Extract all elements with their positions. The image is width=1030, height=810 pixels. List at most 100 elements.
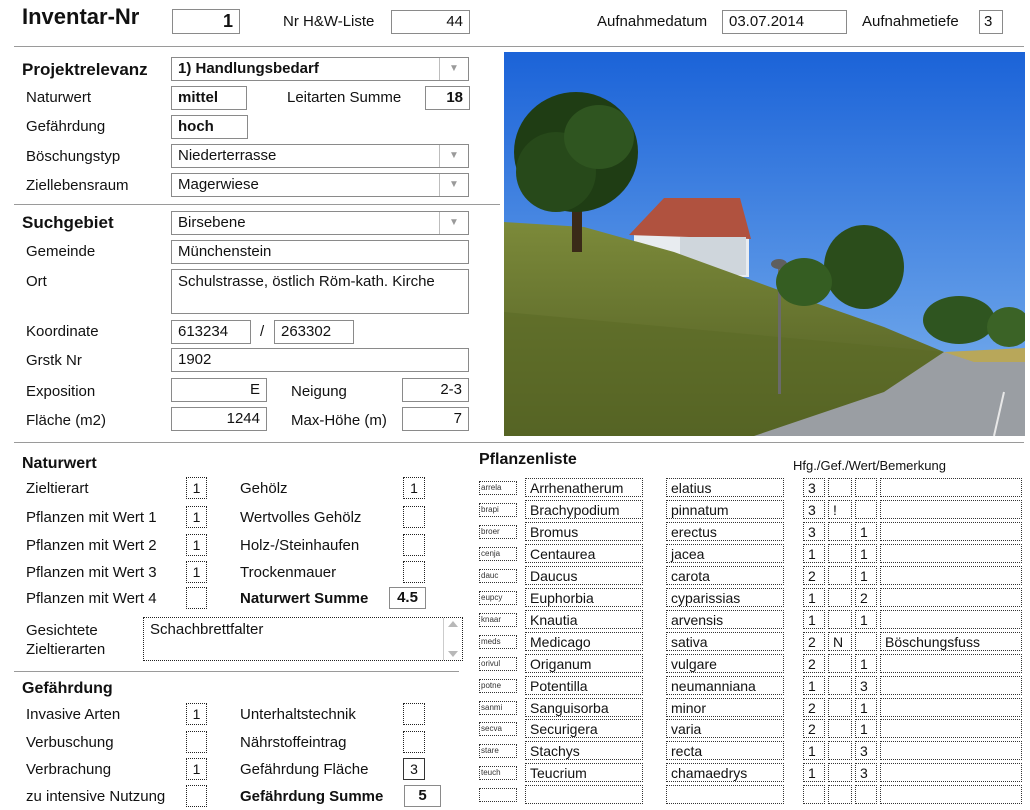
plant-hfg-cell[interactable]: 1 — [803, 587, 825, 607]
gefaehrdung-summe-field[interactable]: 5 — [404, 785, 441, 807]
plant-code-cell[interactable]: teuch — [479, 766, 517, 781]
plant-genus-cell[interactable]: Securigera — [525, 719, 643, 739]
plant-hfg-cell[interactable]: 3 — [803, 521, 825, 541]
plant-species-cell[interactable]: arvensis — [666, 609, 784, 629]
plant-genus-cell[interactable]: Knautia — [525, 609, 643, 629]
plant-wert-cell[interactable]: 3 — [855, 763, 877, 783]
plant-species-cell[interactable]: sativa — [666, 631, 784, 651]
intensive-nutzung-field[interactable] — [186, 785, 207, 807]
plant-genus-cell[interactable]: Bromus — [525, 521, 643, 541]
plant-species-cell[interactable]: elatius — [666, 478, 784, 497]
plant-gef-cell[interactable] — [828, 653, 852, 673]
koordinate-y-field[interactable]: 263302 — [274, 320, 354, 344]
plant-code-cell[interactable]: knaar — [479, 612, 517, 627]
plant-gef-cell[interactable]: ! — [828, 499, 852, 519]
plant-code-cell[interactable] — [479, 788, 517, 803]
plant-bemerkung-cell[interactable] — [880, 785, 1022, 805]
plant-code-cell[interactable]: secva — [479, 722, 517, 737]
plant-species-cell[interactable]: cyparissias — [666, 587, 784, 607]
scroll-up-icon[interactable] — [448, 621, 458, 627]
plant-genus-cell[interactable]: Euphorbia — [525, 587, 643, 607]
inventar-field[interactable]: 1 — [172, 9, 240, 34]
max-hoehe-field[interactable]: 7 — [402, 407, 469, 431]
plant-species-cell[interactable]: pinnatum — [666, 499, 784, 519]
plant-gef-cell[interactable] — [828, 719, 852, 739]
plant-genus-cell[interactable]: Stachys — [525, 741, 643, 761]
ziellebensraum-select[interactable]: Magerwiese ▼ — [171, 173, 469, 197]
plant-species-cell[interactable] — [666, 785, 784, 805]
plant-hfg-cell[interactable]: 1 — [803, 609, 825, 629]
plant-species-cell[interactable]: minor — [666, 697, 784, 717]
plant-bemerkung-cell[interactable] — [880, 565, 1022, 585]
plant-gef-cell[interactable] — [828, 697, 852, 717]
exposition-field[interactable]: E — [171, 378, 267, 402]
neigung-field[interactable]: 2-3 — [402, 378, 469, 402]
plant-genus-cell[interactable]: Medicago — [525, 631, 643, 651]
plant-wert-cell[interactable]: 3 — [855, 675, 877, 695]
plant-wert-cell[interactable] — [855, 631, 877, 651]
plant-genus-cell[interactable]: Centaurea — [525, 543, 643, 563]
plant-gef-cell[interactable] — [828, 785, 852, 805]
plant-genus-cell[interactable]: Daucus — [525, 565, 643, 585]
plant-gef-cell[interactable] — [828, 763, 852, 783]
plant-bemerkung-cell[interactable] — [880, 675, 1022, 695]
plant-wert-cell[interactable] — [855, 478, 877, 497]
plant-species-cell[interactable]: chamaedrys — [666, 763, 784, 783]
plant-genus-cell[interactable]: Brachypodium — [525, 499, 643, 519]
dropdown-arrow-icon[interactable]: ▼ — [439, 174, 468, 196]
plant-gef-cell[interactable] — [828, 478, 852, 497]
plant-species-cell[interactable]: vulgare — [666, 653, 784, 673]
wertvolles-gehoelz-field[interactable] — [403, 506, 425, 528]
plant-wert-cell[interactable]: 1 — [855, 521, 877, 541]
plant-wert-cell[interactable]: 1 — [855, 697, 877, 717]
plant-bemerkung-cell[interactable] — [880, 763, 1022, 783]
aufnahmedatum-field[interactable]: 03.07.2014 — [722, 10, 847, 34]
plant-hfg-cell[interactable]: 2 — [803, 697, 825, 717]
projektrelevanz-select[interactable]: 1) Handlungsbedarf ▼ — [171, 57, 469, 81]
plant-gef-cell[interactable] — [828, 741, 852, 761]
dropdown-arrow-icon[interactable]: ▼ — [439, 212, 468, 234]
pflanzen-wert-4-field[interactable] — [186, 587, 207, 609]
pflanzen-wert-1-field[interactable]: 1 — [186, 506, 207, 528]
unterhaltstechnik-field[interactable] — [403, 703, 425, 725]
plant-gef-cell[interactable]: N — [828, 631, 852, 651]
plant-species-cell[interactable]: jacea — [666, 543, 784, 563]
plant-bemerkung-cell[interactable] — [880, 478, 1022, 497]
plant-gef-cell[interactable] — [828, 565, 852, 585]
plant-code-cell[interactable]: potne — [479, 678, 517, 693]
naturwert-summe-field[interactable]: 4.5 — [389, 587, 426, 609]
plant-code-cell[interactable]: broer — [479, 524, 517, 539]
plant-gef-cell[interactable] — [828, 521, 852, 541]
plant-code-cell[interactable]: eupcy — [479, 590, 517, 605]
plant-hfg-cell[interactable]: 2 — [803, 631, 825, 651]
plant-hfg-cell[interactable]: 1 — [803, 675, 825, 695]
pflanzen-wert-2-field[interactable]: 1 — [186, 534, 207, 556]
plant-bemerkung-cell[interactable] — [880, 521, 1022, 541]
boeschungstyp-select[interactable]: Niederterrasse ▼ — [171, 144, 469, 168]
plant-hfg-cell[interactable] — [803, 785, 825, 805]
plant-wert-cell[interactable] — [855, 785, 877, 805]
plant-wert-cell[interactable]: 1 — [855, 565, 877, 585]
verbrachung-field[interactable]: 1 — [186, 758, 207, 780]
holz-steinhaufen-field[interactable] — [403, 534, 425, 556]
plant-wert-cell[interactable]: 1 — [855, 719, 877, 739]
hw-liste-field[interactable]: 44 — [391, 10, 470, 34]
plant-code-cell[interactable]: orivul — [479, 656, 517, 671]
plant-code-cell[interactable]: arrela — [479, 481, 517, 495]
plant-gef-cell[interactable] — [828, 587, 852, 607]
invasive-arten-field[interactable]: 1 — [186, 703, 207, 725]
plant-species-cell[interactable]: recta — [666, 741, 784, 761]
plant-bemerkung-cell[interactable] — [880, 653, 1022, 673]
plant-hfg-cell[interactable]: 1 — [803, 741, 825, 761]
plant-bemerkung-cell[interactable] — [880, 697, 1022, 717]
naehrstoffeintrag-field[interactable] — [403, 731, 425, 753]
suchgebiet-select[interactable]: Birsebene ▼ — [171, 211, 469, 235]
koordinate-x-field[interactable]: 613234 — [171, 320, 251, 344]
ort-field[interactable]: Schulstrasse, östlich Röm-kath. Kirche — [171, 269, 469, 314]
plant-bemerkung-cell[interactable] — [880, 609, 1022, 629]
plant-genus-cell[interactable]: Arrhenatherum — [525, 478, 643, 497]
zieltierart-field[interactable]: 1 — [186, 477, 207, 499]
plant-species-cell[interactable]: erectus — [666, 521, 784, 541]
plant-bemerkung-cell[interactable] — [880, 499, 1022, 519]
plant-hfg-cell[interactable]: 3 — [803, 499, 825, 519]
